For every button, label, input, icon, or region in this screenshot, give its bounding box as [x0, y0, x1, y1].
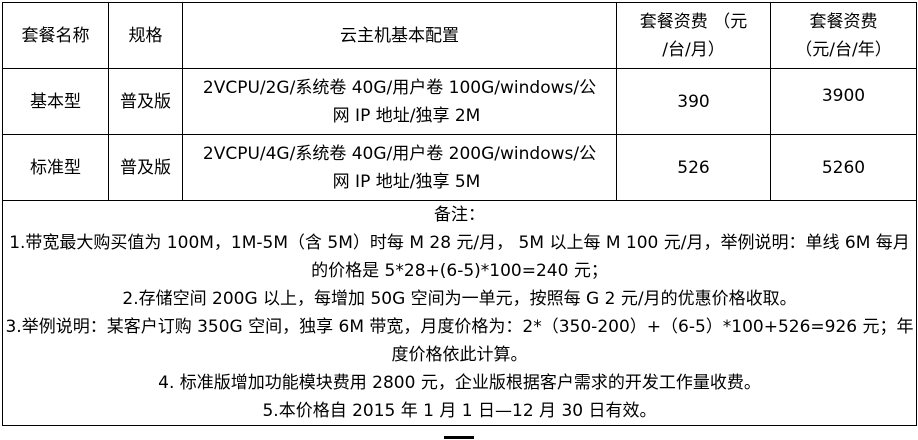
config-cell: 2VCPU/2G/系统卷 40G/用户卷 100G/windows/公 网 IP… [182, 68, 617, 135]
config-line1: 2VCPU/2G/系统卷 40G/用户卷 100G/windows/公 [202, 77, 597, 98]
note-item: 3.举例说明：某客户订购 350G 空间，独享 6M 带宽，月度价格为：2*（3… [5, 317, 914, 365]
config-line2: 网 IP 地址/独享 2M [332, 105, 481, 126]
header-spec: 规格 [108, 2, 183, 69]
yearly-fee-cell: 3900 [770, 68, 917, 135]
note-item: 4. 标准版增加功能模块费用 2800 元，企业版根据客户需求的开发工作量收费。 [158, 373, 761, 393]
package-name-cell: 基本型 [2, 68, 109, 135]
table-row: 标准型 普及版 2VCPU/4G/系统卷 40G/用户卷 200G/window… [2, 134, 917, 201]
notes-row: 备注： 1.带宽最大购买值为 100M，1M-5M（含 5M）时每 M 28 元… [2, 200, 917, 426]
header-row: 套餐名称 规格 云主机基本配置 套餐资费 （元 /台/月） 套餐资费 （元/台/… [2, 2, 917, 69]
package-name-cell: 标准型 [2, 134, 109, 201]
yearly-fee-cell: 5260 [770, 134, 917, 201]
header-monthly-fee-line1: 套餐资费 （元 [639, 11, 748, 32]
monthly-fee-cell: 526 [616, 134, 771, 201]
monthly-fee-cell: 390 [616, 68, 771, 135]
header-config: 云主机基本配置 [182, 2, 617, 69]
spec-cell: 普及版 [108, 68, 183, 135]
notes-cell: 备注： 1.带宽最大购买值为 100M，1M-5M（含 5M）时每 M 28 元… [2, 200, 917, 426]
page-marker [444, 436, 474, 439]
header-monthly-fee: 套餐资费 （元 /台/月） [616, 2, 771, 69]
header-yearly-fee-line2: （元/台/年） [795, 39, 892, 60]
header-yearly-fee: 套餐资费 （元/台/年） [770, 2, 917, 69]
config-line2: 网 IP 地址/独享 5M [332, 171, 481, 192]
header-package-name: 套餐名称 [2, 2, 109, 69]
pricing-table: 套餐名称 规格 云主机基本配置 套餐资费 （元 /台/月） 套餐资费 （元/台/… [2, 2, 917, 426]
header-monthly-fee-line2: /台/月） [662, 39, 725, 60]
header-yearly-fee-line1: 套餐资费 [809, 11, 878, 32]
config-cell: 2VCPU/4G/系统卷 40G/用户卷 200G/windows/公 网 IP… [182, 134, 617, 201]
config-line1: 2VCPU/4G/系统卷 40G/用户卷 200G/windows/公 [202, 143, 597, 164]
table-row: 基本型 普及版 2VCPU/2G/系统卷 40G/用户卷 100G/window… [2, 68, 917, 135]
notes-title: 备注： [434, 205, 485, 225]
spec-cell: 普及版 [108, 134, 183, 201]
note-item: 5.本价格自 2015 年 1 月 1 日—12 月 30 日有效。 [262, 401, 657, 421]
note-item: 1.带宽最大购买值为 100M，1M-5M（含 5M）时每 M 28 元/月， … [9, 233, 910, 281]
note-item: 2.存储空间 200G 以上，每增加 50G 空间为一单元，按照每 G 2 元/… [122, 289, 797, 309]
